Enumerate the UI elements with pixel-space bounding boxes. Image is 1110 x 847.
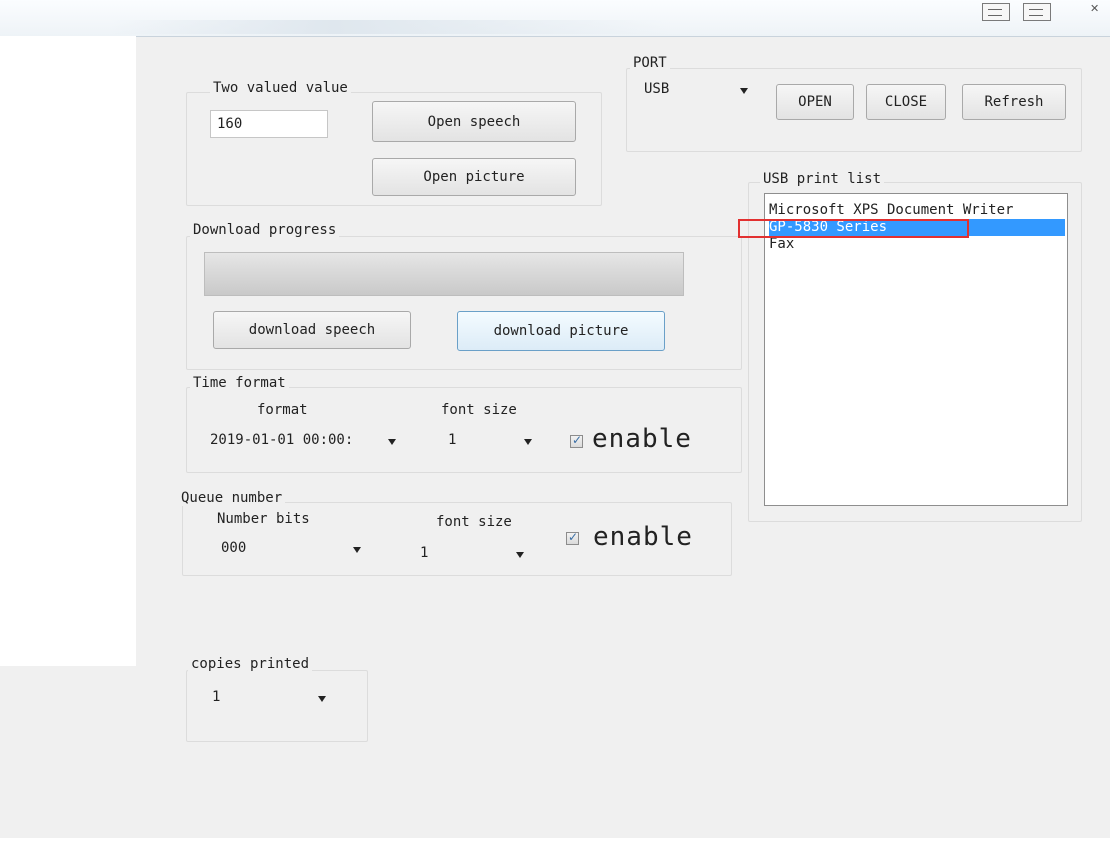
queue-font-size-value: 1	[420, 545, 429, 561]
time-format-select[interactable]: 2019-01-01 00:00:	[202, 427, 402, 457]
port-group-label: PORT	[630, 55, 670, 71]
refresh-button[interactable]: Refresh	[962, 84, 1066, 120]
usb-print-list-label: USB print list	[760, 171, 885, 187]
time-format-value: 2019-01-01 00:00:	[210, 432, 354, 448]
chevron-down-icon	[318, 696, 326, 702]
time-font-size-label: font size	[441, 402, 517, 418]
restore-icon[interactable]	[1023, 3, 1051, 21]
highlight-annotation-box	[738, 219, 969, 238]
download-progress-bar	[204, 252, 684, 296]
queue-number-label: Queue number	[178, 490, 286, 506]
time-font-size-select[interactable]: 1	[440, 427, 540, 457]
open-speech-button[interactable]: Open speech	[372, 101, 576, 142]
download-picture-button[interactable]: download picture	[457, 311, 665, 351]
format-label: format	[257, 402, 308, 418]
chevron-down-icon	[516, 552, 524, 558]
open-picture-button[interactable]: Open picture	[372, 158, 576, 196]
number-bits-select[interactable]: 000	[213, 535, 369, 565]
list-item[interactable]: Microsoft XPS Document Writer	[769, 202, 1065, 219]
chevron-down-icon	[524, 439, 532, 445]
queue-enable-checkbox[interactable]	[566, 530, 579, 545]
time-font-size-value: 1	[448, 432, 457, 448]
usb-print-list[interactable]: Microsoft XPS Document Writer GP-5830 Se…	[764, 193, 1068, 506]
list-item[interactable]: Fax	[769, 236, 1065, 253]
left-panel-blank	[0, 36, 136, 666]
title-bar: ✕	[0, 0, 1110, 37]
chevron-down-icon	[388, 439, 396, 445]
number-bits-label: Number bits	[217, 511, 310, 527]
queue-font-size-label: font size	[436, 514, 512, 530]
bottom-edge	[0, 838, 1110, 847]
close-icon[interactable]: ✕	[1090, 2, 1099, 15]
queue-font-size-select[interactable]: 1	[412, 540, 532, 570]
number-bits-value: 000	[221, 540, 247, 556]
download-speech-button[interactable]: download speech	[213, 311, 411, 349]
time-enable-checkbox[interactable]	[570, 433, 583, 448]
port-select-value: USB	[644, 81, 670, 97]
copies-printed-label: copies printed	[188, 656, 313, 672]
port-select[interactable]: USB	[636, 76, 756, 106]
time-enable-label: enable	[592, 424, 692, 454]
title-bar-gradient	[110, 20, 670, 34]
copies-value: 1	[212, 689, 221, 705]
speech-group-label: Two valued value	[210, 80, 351, 96]
download-group-label: Download progress	[190, 222, 340, 238]
queue-enable-label: enable	[593, 522, 693, 552]
close-port-button[interactable]: CLOSE	[866, 84, 946, 120]
minimize-icon[interactable]	[982, 3, 1010, 21]
open-port-button[interactable]: OPEN	[776, 84, 854, 120]
copies-select[interactable]: 1	[204, 684, 334, 714]
chevron-down-icon	[740, 88, 748, 94]
time-format-label: Time format	[190, 375, 289, 391]
chevron-down-icon	[353, 547, 361, 553]
two-valued-value-input[interactable]: 160	[210, 110, 328, 138]
